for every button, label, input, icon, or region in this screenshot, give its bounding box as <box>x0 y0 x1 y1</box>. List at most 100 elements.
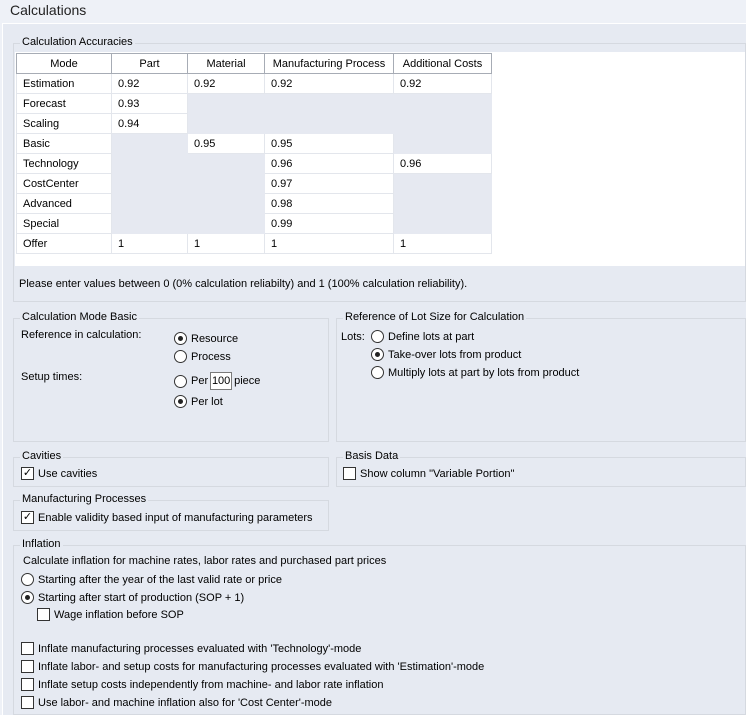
radio-resource[interactable]: Resource <box>174 332 238 345</box>
checkbox-icon[interactable] <box>21 678 34 691</box>
inflation-description: Calculate inflation for machine rates, l… <box>23 555 387 567</box>
disabled-cell <box>393 113 492 134</box>
setup-times-label: Setup times: <box>21 371 83 383</box>
checkbox-label: Inflate labor- and setup costs for manuf… <box>38 660 485 673</box>
disabled-cell <box>111 133 188 154</box>
table-row: Offer 1 1 1 1 <box>16 233 492 254</box>
radio-define-lots[interactable]: Define lots at part <box>371 330 474 343</box>
disabled-cell <box>393 133 492 154</box>
table-row: Basic 0.95 0.95 <box>16 133 492 154</box>
accuracy-cell[interactable]: 1 <box>111 233 188 254</box>
page-title: Calculations <box>0 0 746 22</box>
disabled-cell <box>393 213 492 234</box>
radio-label: Per <box>191 375 209 387</box>
accuracy-cell[interactable]: 0.99 <box>264 213 394 234</box>
checkbox-icon[interactable] <box>343 467 356 480</box>
validity-input-checkbox[interactable]: ✓ Enable validity based input of manufact… <box>21 511 313 524</box>
group-legend: Cavities <box>20 450 64 462</box>
radio-icon[interactable] <box>371 366 384 379</box>
checkbox-label: Inflate setup costs independently from m… <box>38 678 384 691</box>
table-row: Forecast 0.93 <box>16 93 492 114</box>
table-row: Special 0.99 <box>16 213 492 234</box>
lots-label: Lots: <box>341 331 365 343</box>
accuracy-cell[interactable]: 1 <box>393 233 492 254</box>
checkbox-label: Inflate manufacturing processes evaluate… <box>38 642 362 655</box>
accuracy-cell[interactable]: 0.93 <box>111 93 188 114</box>
column-header[interactable]: Manufacturing Process <box>264 53 394 74</box>
radio-label: Starting after start of production (SOP … <box>38 591 245 604</box>
use-cavities-checkbox[interactable]: ✓ Use cavities <box>21 467 97 480</box>
group-legend: Basis Data <box>343 450 401 462</box>
checkbox-icon[interactable] <box>21 642 34 655</box>
checkbox-label: Wage inflation before SOP <box>54 608 184 621</box>
checkbox-icon[interactable] <box>21 696 34 709</box>
accuracy-cell[interactable]: 0.92 <box>393 73 492 94</box>
inflate-estimation-checkbox[interactable]: Inflate labor- and setup costs for manuf… <box>21 660 484 673</box>
radio-process[interactable]: Process <box>174 350 231 363</box>
radio-multiply-lots[interactable]: Multiply lots at part by lots from produ… <box>371 366 579 379</box>
radio-label: Define lots at part <box>388 330 475 343</box>
checkbox-icon[interactable] <box>37 608 50 621</box>
disabled-cell <box>187 113 265 134</box>
checkbox-label: Show column "Variable Portion" <box>360 467 515 480</box>
variable-portion-checkbox[interactable]: Show column "Variable Portion" <box>343 467 514 480</box>
accuracy-cell[interactable]: 0.92 <box>187 73 265 94</box>
group-legend: Manufacturing Processes <box>20 493 149 505</box>
mode-cell: Basic <box>16 133 112 154</box>
radio-icon[interactable] <box>21 573 34 586</box>
accuracy-cell[interactable]: 0.97 <box>264 173 394 194</box>
accuracy-cell[interactable]: 0.92 <box>111 73 188 94</box>
radio-icon[interactable] <box>371 330 384 343</box>
radio-label: Resource <box>191 332 239 345</box>
radio-inflation-last-rate[interactable]: Starting after the year of the last vali… <box>21 573 282 586</box>
checkbox-label: Use labor- and machine inflation also fo… <box>38 696 333 709</box>
disabled-cell <box>111 213 188 234</box>
radio-inflation-sop[interactable]: Starting after start of production (SOP … <box>21 591 244 604</box>
disabled-cell <box>111 153 188 174</box>
radio-icon[interactable] <box>371 348 384 361</box>
checkbox-icon[interactable] <box>21 660 34 673</box>
column-header[interactable]: Material <box>187 53 265 74</box>
table-row: Technology 0.96 0.96 <box>16 153 492 174</box>
accuracy-cell[interactable]: 0.94 <box>111 113 188 134</box>
radio-icon[interactable] <box>21 591 34 604</box>
cost-center-inflation-checkbox[interactable]: Use labor- and machine inflation also fo… <box>21 696 332 709</box>
column-header[interactable]: Additional Costs <box>393 53 492 74</box>
accuracy-cell[interactable]: 0.95 <box>264 133 394 154</box>
radio-icon[interactable] <box>174 350 187 363</box>
radio-icon[interactable] <box>174 332 187 345</box>
column-header[interactable]: Part <box>111 53 188 74</box>
column-header[interactable]: Mode <box>16 53 112 74</box>
radio-per-piece[interactable]: Per 100 piece <box>174 372 260 390</box>
disabled-cell <box>187 173 265 194</box>
mode-cell: Scaling <box>16 113 112 134</box>
accuracy-cell[interactable]: 0.95 <box>187 133 265 154</box>
accuracy-cell[interactable]: 0.98 <box>264 193 394 214</box>
mode-cell: Advanced <box>16 193 112 214</box>
group-legend: Reference of Lot Size for Calculation <box>343 311 527 323</box>
disabled-cell <box>111 193 188 214</box>
inflate-technology-checkbox[interactable]: Inflate manufacturing processes evaluate… <box>21 642 361 655</box>
accuracy-cell[interactable]: 1 <box>187 233 265 254</box>
checkmark-icon[interactable]: ✓ <box>21 467 34 480</box>
mode-cell: Forecast <box>16 93 112 114</box>
hint-text: Please enter values between 0 (0% calcul… <box>19 278 468 290</box>
disabled-cell <box>187 193 265 214</box>
checkbox-label: Enable validity based input of manufactu… <box>38 511 313 524</box>
group-legend: Inflation <box>20 538 63 550</box>
inflate-setup-checkbox[interactable]: Inflate setup costs independently from m… <box>21 678 383 691</box>
accuracy-cell[interactable]: 1 <box>264 233 394 254</box>
table-row: Estimation 0.92 0.92 0.92 0.92 <box>16 73 492 94</box>
wage-inflation-checkbox[interactable]: Wage inflation before SOP <box>37 608 184 621</box>
radio-per-lot[interactable]: Per lot <box>174 395 223 408</box>
piece-count-input[interactable]: 100 <box>210 372 233 390</box>
accuracy-cell[interactable]: 0.92 <box>264 73 394 94</box>
radio-takeover-lots[interactable]: Take-over lots from product <box>371 348 521 361</box>
accuracy-cell[interactable]: 0.96 <box>264 153 394 174</box>
group-legend: Calculation Mode Basic <box>20 311 139 323</box>
accuracy-cell[interactable]: 0.96 <box>393 153 492 174</box>
disabled-cell <box>393 93 492 114</box>
radio-icon[interactable] <box>174 395 187 408</box>
checkmark-icon[interactable]: ✓ <box>21 511 34 524</box>
radio-icon[interactable] <box>174 374 187 388</box>
